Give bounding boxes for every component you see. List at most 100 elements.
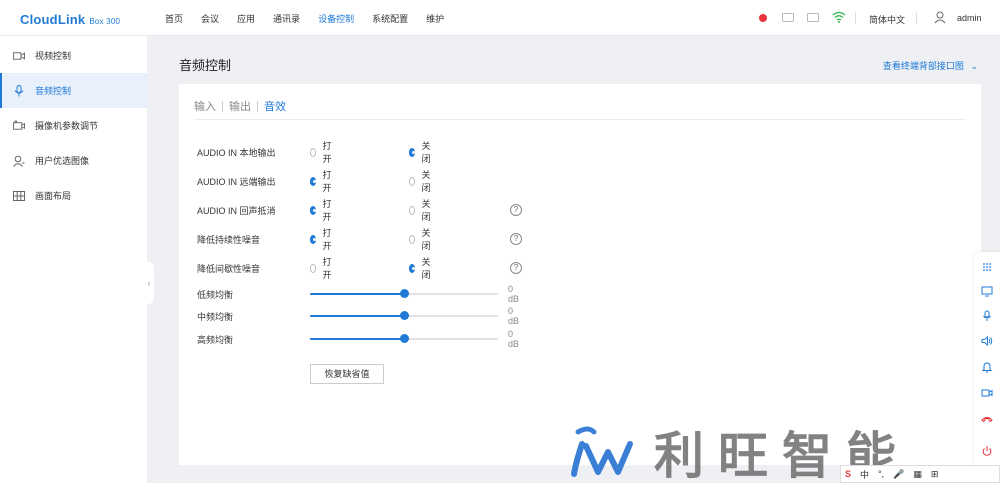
high-frequency-slider[interactable]: [310, 331, 498, 347]
status-dot[interactable]: [759, 14, 767, 22]
user-name[interactable]: admin: [957, 13, 982, 23]
nav-item-device-control[interactable]: 设备控制: [318, 0, 354, 36]
sidebar-item-label: 视频控制: [35, 51, 72, 61]
sidebar-item-layout[interactable]: 画面布局: [0, 178, 147, 213]
settings-card: 输入 输出 音效 AUDIO IN 本地输出 打开 关闭 AUDIO IN 远端…: [179, 84, 981, 465]
restore-defaults-button[interactable]: 恢复缺省值: [310, 364, 384, 384]
radio-off[interactable]: 关闭: [409, 255, 433, 281]
sidebar-item-video-control[interactable]: 视频控制: [0, 38, 147, 73]
radio-circle: [310, 234, 317, 244]
sidebar-item-label: 用户优选图像: [35, 156, 90, 166]
tab-underline: [194, 119, 966, 120]
radio-off[interactable]: 关闭: [409, 226, 433, 252]
radio-label: 打开: [322, 228, 332, 251]
microphone-icon[interactable]: [981, 310, 993, 322]
radio-label: 关闭: [421, 199, 431, 222]
slider-thumb[interactable]: [400, 289, 409, 298]
radio-on[interactable]: 打开: [310, 226, 334, 252]
sidebar: 视频控制 音频控制 摄像机参数调节 用户优选图像 画面布局: [0, 36, 147, 483]
radio-circle: [310, 176, 317, 186]
ime-punctuation[interactable]: °,: [878, 469, 884, 479]
tab-separator: [257, 100, 258, 112]
radio-on[interactable]: 打开: [310, 139, 334, 165]
setting-row: AUDIO IN 回声抵消 打开 关闭 ?: [197, 199, 522, 222]
header-divider: [855, 12, 856, 24]
tab-sound-effects[interactable]: 音效: [264, 98, 286, 114]
ime-voice-icon[interactable]: 🎤: [893, 469, 904, 480]
wifi-icon[interactable]: [832, 11, 846, 23]
mail-icon[interactable]: [782, 13, 794, 22]
help-icon[interactable]: ?: [510, 262, 522, 274]
drag-handle-icon[interactable]: [981, 261, 993, 273]
speaker-icon[interactable]: [981, 335, 993, 347]
brand-logo[interactable]: CloudLink Box 300: [20, 12, 120, 27]
microphone-icon: [13, 84, 25, 97]
grid-icon: [13, 190, 25, 202]
slider-thumb[interactable]: [400, 334, 409, 343]
setting-label: AUDIO IN 回声抵消: [197, 205, 276, 216]
keyboard-icon[interactable]: [807, 13, 819, 22]
nav-item-home[interactable]: 首页: [165, 0, 183, 36]
nav-item-system-config[interactable]: 系统配置: [372, 0, 408, 36]
tab-input[interactable]: 输入: [194, 98, 216, 114]
setting-row: AUDIO IN 远端输出 打开 关闭: [197, 170, 431, 193]
power-icon[interactable]: [981, 445, 993, 457]
radio-off[interactable]: 关闭: [409, 168, 433, 194]
radio-label: 打开: [322, 257, 332, 280]
header-divider: [916, 12, 917, 24]
sidebar-collapse-handle[interactable]: ‹: [144, 262, 154, 304]
setting-label: AUDIO IN 本地输出: [197, 147, 276, 158]
ime-mode[interactable]: 中: [860, 468, 869, 481]
radio-on[interactable]: 打开: [310, 197, 334, 223]
equalizer-label: 低频均衡: [197, 289, 234, 300]
language-select[interactable]: 简体中文: [869, 13, 905, 26]
bell-icon[interactable]: [981, 361, 993, 373]
nav-item-contacts[interactable]: 通讯录: [273, 0, 300, 36]
page-title: 音频控制: [179, 58, 232, 73]
tab-bar: 输入 输出 音效: [194, 98, 286, 114]
radio-label: 关闭: [421, 257, 431, 280]
ime-logo-icon[interactable]: S: [845, 469, 851, 479]
sidebar-item-user-preferred-image[interactable]: 用户优选图像: [0, 143, 147, 178]
floating-toolbar: [974, 252, 1000, 466]
ime-toolbox-icon[interactable]: ⊞: [931, 469, 939, 480]
radio-label: 打开: [322, 170, 332, 193]
tab-output[interactable]: 输出: [229, 98, 251, 114]
radio-on[interactable]: 打开: [310, 255, 334, 281]
radio-circle: [310, 263, 317, 273]
interface-diagram-link[interactable]: 查看终端背部接口图 ⌄: [883, 59, 978, 72]
equalizer-label: 高频均衡: [197, 334, 234, 345]
brand-name: CloudLink: [20, 12, 86, 27]
camera-icon: [13, 120, 25, 132]
radio-label: 打开: [322, 199, 332, 222]
radio-label: 打开: [322, 141, 332, 164]
nav-item-apps[interactable]: 应用: [237, 0, 255, 36]
nav-item-meeting[interactable]: 会议: [201, 0, 219, 36]
help-icon[interactable]: ?: [510, 233, 522, 245]
slider-thumb[interactable]: [400, 311, 409, 320]
equalizer-value: 0 dB: [508, 306, 520, 326]
main-nav: 首页 会议 应用 通讯录 设备控制 系统配置 维护: [165, 0, 462, 36]
help-icon[interactable]: ?: [510, 204, 522, 216]
radio-off[interactable]: 关闭: [409, 139, 433, 165]
sidebar-item-camera-params[interactable]: 摄像机参数调节: [0, 108, 147, 143]
radio-on[interactable]: 打开: [310, 168, 334, 194]
setting-label: AUDIO IN 远端输出: [197, 176, 276, 187]
camera-icon[interactable]: [981, 387, 993, 399]
screen-icon[interactable]: [981, 285, 993, 297]
equalizer-row: 中频均衡 0 dB: [197, 306, 519, 326]
hang-up-icon[interactable]: [981, 413, 993, 425]
radio-label: 关闭: [421, 228, 431, 251]
mid-frequency-slider[interactable]: [310, 308, 498, 324]
user-icon[interactable]: [934, 11, 946, 24]
radio-circle: [310, 147, 317, 157]
chevron-down-icon: ⌄: [970, 61, 978, 71]
ime-keyboard-icon[interactable]: ▦: [913, 469, 922, 480]
radio-circle: [409, 263, 416, 273]
low-frequency-slider[interactable]: [310, 286, 498, 302]
setting-row: AUDIO IN 本地输出 打开 关闭: [197, 141, 431, 164]
radio-off[interactable]: 关闭: [409, 197, 433, 223]
sidebar-item-audio-control[interactable]: 音频控制: [0, 73, 147, 108]
nav-item-maintenance[interactable]: 维护: [426, 0, 444, 36]
equalizer-value: 0 dB: [508, 284, 520, 304]
